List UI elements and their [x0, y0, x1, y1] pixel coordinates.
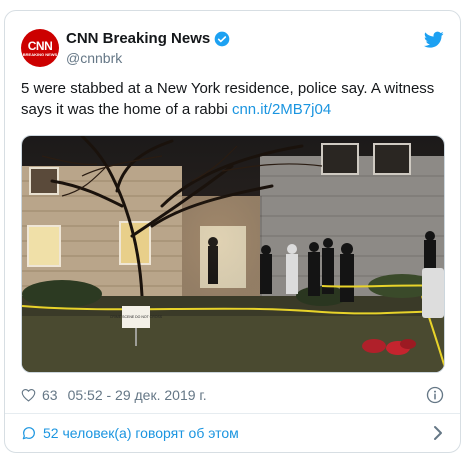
- comment-bubble-icon: [22, 427, 35, 440]
- tweet-photo[interactable]: CRIME SCENE DO NOT CROSS: [21, 135, 445, 373]
- author-handle[interactable]: @cnnbrk: [66, 50, 122, 66]
- avatar-logo: CNN: [27, 38, 53, 53]
- tweet-timestamp[interactable]: 05:52 - 29 дек. 2019 г.: [68, 387, 207, 403]
- tweet-link[interactable]: cnn.it/2MB7j04: [232, 101, 331, 118]
- crime-scene-sign-text: CRIME SCENE DO NOT CROSS: [110, 315, 163, 319]
- author-name-row[interactable]: CNN Breaking News: [66, 30, 230, 47]
- heart-icon[interactable]: [21, 388, 36, 402]
- verified-badge-icon: [214, 31, 230, 46]
- divider: [5, 413, 460, 414]
- author-name[interactable]: CNN Breaking News: [66, 30, 210, 47]
- conversation-label[interactable]: 52 человек(а) говорят об этом: [43, 425, 239, 441]
- avatar[interactable]: CNN BREAKING NEWS: [21, 29, 59, 67]
- like-count[interactable]: 63: [42, 387, 58, 403]
- chevron-right-icon: [434, 426, 442, 440]
- info-icon[interactable]: [426, 386, 444, 404]
- tweet-meta: 63 05:52 - 29 дек. 2019 г.: [21, 385, 444, 405]
- conversation-link[interactable]: 52 человек(а) говорят об этом: [21, 423, 444, 443]
- photo-scene: CRIME SCENE DO NOT CROSS: [22, 136, 444, 372]
- tweet-text: 5 were stabbed at a New York residence, …: [21, 78, 445, 120]
- twitter-bird-icon[interactable]: [424, 31, 444, 49]
- avatar-sub: BREAKING NEWS: [22, 51, 58, 57]
- embedded-tweet-card: CNN BREAKING NEWS CNN Breaking News @cnn…: [4, 10, 461, 453]
- tweet-text-body: 5 were stabbed at a New York residence, …: [21, 80, 435, 118]
